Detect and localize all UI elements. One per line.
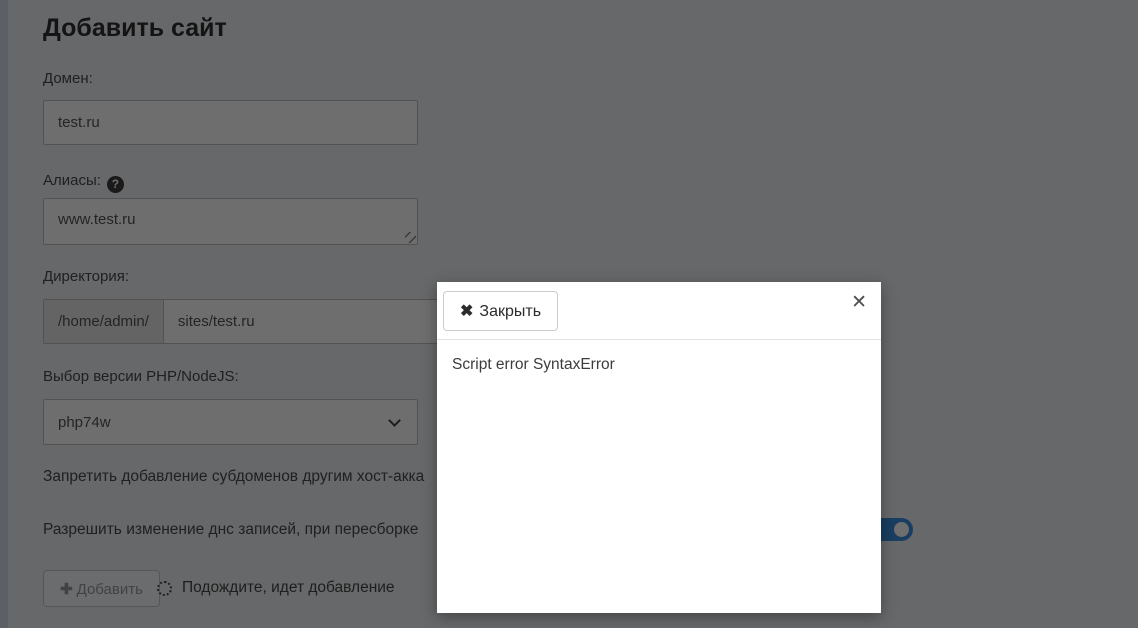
add-site-page: Добавить сайт Домен: Алиасы:? www.test.r… <box>0 0 1138 628</box>
modal-error-text: Script error SyntaxError <box>452 356 615 373</box>
modal-corner-close-icon[interactable]: ✕ <box>851 293 867 312</box>
modal-close-button-label: Закрыть <box>479 303 542 320</box>
modal-header: ✖ Закрыть ✕ <box>437 282 881 340</box>
modal-close-button[interactable]: ✖ Закрыть <box>443 291 559 331</box>
error-modal: ✖ Закрыть ✕ Script error SyntaxError <box>437 282 881 613</box>
close-x-icon: ✖ <box>460 303 474 320</box>
